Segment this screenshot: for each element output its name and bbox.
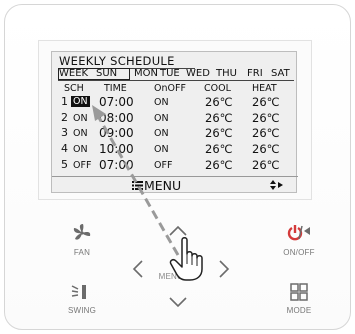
- day-mon[interactable]: MON: [134, 68, 158, 79]
- column-onoff: OnOFF: [154, 83, 186, 94]
- schedule-number: 5: [61, 158, 68, 171]
- schedule-row[interactable]: 2 ON 08:00 ON 26℃ 26℃: [52, 111, 298, 126]
- schedule-cool[interactable]: 26℃: [205, 126, 233, 140]
- schedule-heat[interactable]: 26℃: [252, 126, 280, 140]
- schedule-heat[interactable]: 26℃: [252, 111, 280, 125]
- day-wed[interactable]: WED: [186, 68, 210, 79]
- schedule-heat[interactable]: 26℃: [252, 142, 280, 156]
- schedule-cool[interactable]: 26℃: [205, 111, 233, 125]
- schedule-number: 3: [61, 126, 68, 139]
- schedule-row[interactable]: 5 OFF 07:00 OFF 26℃ 26℃: [52, 158, 298, 173]
- schedule-state-selected[interactable]: ON: [71, 96, 90, 107]
- schedule-number: 1: [61, 95, 68, 108]
- schedule-number: 2: [61, 111, 68, 124]
- schedule-number: 4: [61, 142, 68, 155]
- fan-label: FAN: [73, 248, 91, 257]
- schedule-onoff[interactable]: ON: [154, 113, 169, 124]
- right-arrow-button[interactable]: [218, 259, 230, 279]
- schedule-time[interactable]: 07:00: [99, 158, 134, 172]
- mode-label: MODE: [286, 306, 312, 315]
- schedule-row[interactable]: 4 ON 10:00 ON 26℃ 26℃: [52, 142, 298, 157]
- schedule-row[interactable]: 3 ON 09:00 ON 26℃ 26℃: [52, 126, 298, 141]
- day-fri[interactable]: FRI: [247, 68, 263, 79]
- week-day-row: WEEK SUN MON TUE WED THU FRI SAT: [58, 68, 294, 81]
- schedule-onoff[interactable]: ON: [154, 128, 169, 139]
- schedule-cool[interactable]: 26℃: [205, 142, 233, 156]
- schedule-heat[interactable]: 26℃: [252, 158, 280, 172]
- swing-icon: [71, 285, 86, 299]
- schedule-onoff[interactable]: OFF: [154, 160, 172, 171]
- screen-title: WEEKLY SCHEDULE: [59, 54, 195, 69]
- schedule-onoff[interactable]: ON: [154, 97, 169, 108]
- schedule-state[interactable]: ON: [73, 113, 88, 124]
- list-icon: [132, 181, 143, 190]
- column-sch: SCH: [64, 83, 84, 94]
- schedule-time[interactable]: 09:00: [99, 126, 134, 140]
- onoff-label: ON/OFF: [283, 248, 315, 257]
- day-thu[interactable]: THU: [216, 68, 237, 79]
- column-heat: HEAT: [252, 83, 277, 94]
- lcd-screen: WEEKLY SCHEDULE WEEK SUN MON TUE WED THU…: [51, 51, 298, 193]
- week-label: WEEK: [59, 68, 89, 79]
- power-icon: [287, 225, 310, 241]
- menu-label: MENU: [144, 178, 182, 193]
- column-cool: COOL: [204, 83, 231, 94]
- down-arrow-button[interactable]: [168, 296, 188, 308]
- schedule-onoff[interactable]: ON: [154, 144, 169, 155]
- left-arrow-button[interactable]: [132, 259, 144, 279]
- fan-icon: [73, 224, 91, 240]
- schedule-heat[interactable]: 26℃: [252, 95, 280, 109]
- schedule-state[interactable]: ON: [73, 144, 88, 155]
- hand-pointer-icon: [169, 237, 203, 281]
- column-time: TIME: [104, 83, 127, 94]
- day-tue[interactable]: TUE: [160, 68, 180, 79]
- menu-bar: MENU: [52, 176, 298, 193]
- day-sat[interactable]: SAT: [271, 68, 290, 79]
- fan-button[interactable]: FAN: [62, 223, 102, 257]
- schedule-cool[interactable]: 26℃: [205, 158, 233, 172]
- schedule-state[interactable]: ON: [73, 128, 88, 139]
- onoff-button[interactable]: ON/OFF: [275, 223, 323, 257]
- mode-button[interactable]: MODE: [275, 283, 323, 315]
- schedule-row[interactable]: 1 ON 07:00 ON 26℃ 26℃: [52, 95, 298, 110]
- schedule-state[interactable]: OFF: [73, 160, 91, 171]
- schedule-time[interactable]: 10:00: [99, 142, 134, 156]
- swing-label: SWING: [67, 306, 97, 315]
- swing-button[interactable]: SWING: [62, 283, 102, 315]
- schedule-cool[interactable]: 26℃: [205, 95, 233, 109]
- schedule-time[interactable]: 07:00: [99, 95, 134, 109]
- up-down-right-icon: [270, 180, 283, 190]
- mode-grid-icon: [290, 283, 308, 301]
- day-sun[interactable]: SUN: [96, 68, 117, 79]
- schedule-time[interactable]: 08:00: [99, 111, 134, 125]
